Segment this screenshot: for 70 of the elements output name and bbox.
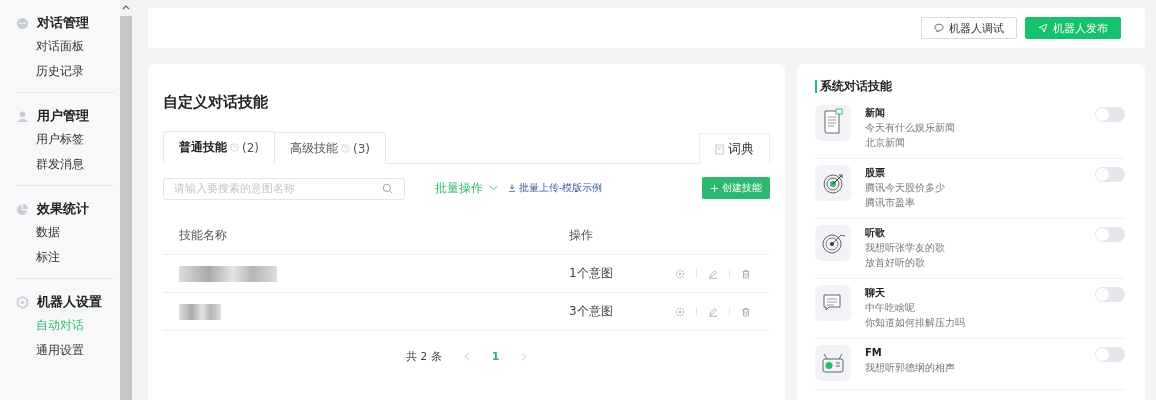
skill-name: 聊天 xyxy=(865,286,886,300)
example-phrase: 今天有什么娱乐新闻 xyxy=(865,121,956,135)
column-header: 技能名称 xyxy=(178,227,228,244)
sidebar-group-title: 对话管理 xyxy=(37,14,89,32)
skill-name: 听歌 xyxy=(865,226,886,240)
user-icon xyxy=(16,109,29,123)
radio-icon xyxy=(815,345,851,381)
example-phrase: 我想听郭德纲的相声 xyxy=(865,361,956,375)
skill-name: FM xyxy=(865,346,883,360)
download-icon xyxy=(508,184,516,192)
example-phrase: 北京新闻 xyxy=(865,136,906,150)
delete-icon[interactable] xyxy=(741,268,751,279)
tab[interactable]: 普通技能 (2) xyxy=(163,131,275,164)
example-phrase: 腾讯市盈率 xyxy=(865,196,916,210)
speech-bubble-icon xyxy=(934,23,944,33)
search-icon[interactable] xyxy=(382,182,393,194)
sidebar-item[interactable]: 用户标签 xyxy=(16,127,114,152)
sidebar-group-title: 效果统计 xyxy=(37,200,89,218)
column-header: 操作 xyxy=(569,227,594,244)
edit-icon[interactable] xyxy=(708,306,718,317)
toggle-switch[interactable] xyxy=(1095,107,1125,122)
dictionary-button[interactable]: 词典 xyxy=(699,133,770,164)
example-phrase: 中午吃啥呢 xyxy=(865,301,916,315)
edit-icon[interactable] xyxy=(708,268,718,279)
sidebar-item[interactable]: 数据 xyxy=(16,220,114,245)
example-phrase: 放首好听的歌 xyxy=(865,256,926,270)
book-icon xyxy=(715,143,724,155)
chat-bubbles-icon xyxy=(815,285,851,321)
sidebar-item[interactable]: 通用设置 xyxy=(16,338,114,363)
plus-icon xyxy=(710,183,719,193)
example-phrase: 腾讯今天股价多少 xyxy=(865,181,946,195)
next-page-icon[interactable] xyxy=(521,352,528,361)
previous-page-icon[interactable] xyxy=(463,352,470,361)
record-icon xyxy=(815,225,851,261)
help-icon[interactable] xyxy=(230,143,239,152)
document-icon xyxy=(815,105,851,141)
help-icon[interactable] xyxy=(341,144,350,153)
toggle-switch[interactable] xyxy=(1095,167,1125,182)
example-phrase: 你知道如何排解压力吗 xyxy=(865,316,966,330)
gear-icon[interactable] xyxy=(675,306,685,317)
chevron-down-icon xyxy=(489,185,498,191)
blurred-name-placeholder xyxy=(179,303,221,320)
toggle-switch[interactable] xyxy=(1095,347,1125,362)
gear-icon[interactable] xyxy=(675,268,685,279)
skill-name: 股票 xyxy=(865,166,886,180)
sidebar-group-title: 机器人设置 xyxy=(37,293,102,311)
sidebar-item[interactable]: 群发消息 xyxy=(16,152,114,177)
toggle-switch[interactable] xyxy=(1095,287,1125,302)
sidebar-item[interactable]: 历史记录 xyxy=(16,59,114,84)
toggle-switch[interactable] xyxy=(1095,227,1125,242)
gear-icon xyxy=(16,295,29,309)
section-title: 系统对话技能 xyxy=(815,80,1125,93)
total-count: 共 2 条 xyxy=(405,349,442,364)
tab[interactable]: 高级技能 (3) xyxy=(275,132,386,164)
table-cell-text: 3个意图 xyxy=(569,303,614,320)
pie-chart-icon xyxy=(16,202,29,216)
delete-icon[interactable] xyxy=(741,306,751,317)
scroll-up-icon[interactable] xyxy=(122,4,130,10)
chat-bubble-icon xyxy=(16,16,29,30)
card-title: 自定义对话技能 xyxy=(163,93,269,112)
sidebar-item[interactable]: 对话面板 xyxy=(16,34,114,59)
sidebar-group-title: 用户管理 xyxy=(37,107,89,125)
send-icon xyxy=(1038,23,1048,33)
skill-name: 新闻 xyxy=(865,106,886,120)
debug-button[interactable]: 机器人调试 xyxy=(921,17,1017,39)
target-icon xyxy=(815,165,851,201)
example-phrase: 我想听张学友的歌 xyxy=(865,241,946,255)
upload-link[interactable]: 批量上传-模版示例 xyxy=(508,181,603,195)
table-cell-text: 1个意图 xyxy=(569,265,614,282)
sidebar-item[interactable]: 标注 xyxy=(16,245,114,270)
